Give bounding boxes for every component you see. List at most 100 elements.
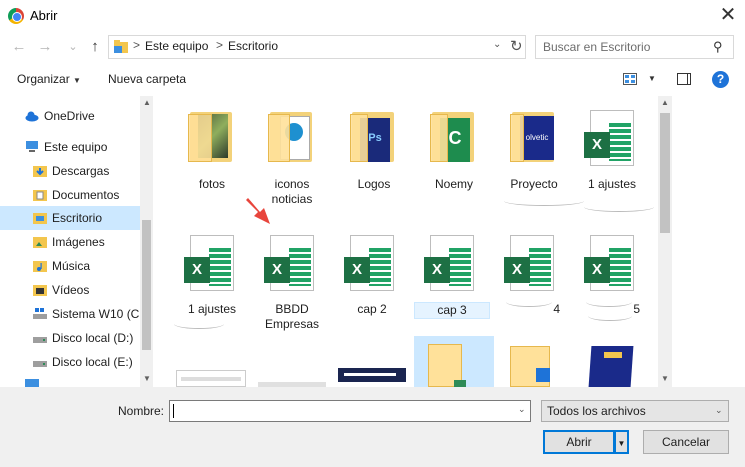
system-drive-icon bbox=[33, 308, 47, 319]
file-type-select[interactable]: Todos los archivos ⌄ bbox=[541, 400, 729, 422]
redaction-mark bbox=[584, 202, 654, 212]
search-icon[interactable]: ⚲ bbox=[713, 39, 723, 55]
file-item-1-ajustes[interactable]: X 1 ajustes bbox=[504, 110, 654, 220]
music-folder-icon bbox=[33, 261, 47, 272]
file-item-cap-2[interactable]: X cap 2 bbox=[334, 235, 410, 345]
file-name: Proyecto bbox=[510, 177, 558, 191]
cancel-button[interactable]: Cancelar bbox=[643, 430, 729, 454]
search-input[interactable]: Buscar en Escritorio ⚲ bbox=[535, 35, 734, 59]
file-name: Noemy bbox=[434, 177, 473, 191]
file-item-logos[interactable]: Ps Logos bbox=[336, 110, 412, 220]
file-list-scroll-thumb[interactable] bbox=[660, 113, 670, 233]
file-item-4[interactable]: X 4 bbox=[494, 235, 570, 345]
close-button[interactable]: ✕ bbox=[716, 4, 740, 28]
sidebar-item-onedrive[interactable]: OneDrive bbox=[0, 104, 140, 128]
sidebar-item-label: Disco local (D:) bbox=[52, 331, 134, 345]
forward-button[interactable]: → bbox=[36, 38, 54, 56]
cloud-icon bbox=[25, 111, 39, 122]
sidebar-item-descargas[interactable]: Descargas bbox=[0, 159, 140, 183]
redaction-mark bbox=[504, 196, 584, 206]
folder-icon bbox=[350, 114, 368, 162]
excel-icon: X bbox=[504, 257, 530, 283]
chrome-icon bbox=[8, 8, 24, 24]
sidebar-item-label: Música bbox=[52, 259, 91, 273]
sidebar-scroll-thumb[interactable] bbox=[142, 220, 151, 350]
scroll-up-arrow[interactable]: ▲ bbox=[143, 98, 151, 107]
sidebar-item-videos[interactable]: Vídeos bbox=[0, 278, 140, 302]
organize-button[interactable]: Organizar ▼ bbox=[17, 72, 81, 86]
file-name: fotos bbox=[198, 177, 225, 191]
file-name: cap 2 bbox=[357, 302, 387, 316]
dialog-footer bbox=[0, 387, 745, 467]
caret-down-icon: ▼ bbox=[73, 76, 81, 85]
sidebar-item-sistema-w10[interactable]: Sistema W10 (C: bbox=[0, 302, 143, 326]
file-thumbnail-partial[interactable] bbox=[338, 368, 406, 382]
file-item-noemy[interactable]: C Noemy bbox=[416, 110, 492, 220]
refresh-icon[interactable]: ↻ bbox=[510, 37, 523, 55]
sidebar-item-disco-d[interactable]: Disco local (D:) bbox=[0, 326, 140, 350]
logo-thumbnail: olvetic bbox=[520, 116, 554, 160]
sidebar-item-label: OneDrive bbox=[44, 109, 95, 123]
sidebar-item-este-equipo[interactable]: Este equipo bbox=[0, 135, 140, 159]
breadcrumb-escritorio[interactable]: Escritorio bbox=[228, 39, 278, 53]
redaction-mark bbox=[174, 319, 224, 329]
file-name: 1 ajustes bbox=[587, 177, 637, 191]
pictures-folder-icon bbox=[33, 237, 47, 248]
scroll-down-arrow[interactable]: ▼ bbox=[143, 374, 151, 383]
file-item-fotos[interactable]: fotos bbox=[174, 110, 250, 220]
folder-icon bbox=[430, 114, 448, 162]
scroll-up-arrow[interactable]: ▲ bbox=[661, 98, 669, 107]
chevron-down-icon[interactable]: ⌄ bbox=[518, 404, 526, 415]
view-options-icon[interactable] bbox=[623, 73, 637, 85]
preview-pane-icon[interactable] bbox=[677, 73, 691, 85]
sidebar-item-escritorio[interactable]: Escritorio bbox=[0, 206, 140, 230]
sidebar-item-label: Este equipo bbox=[44, 140, 108, 154]
up-button[interactable]: ↑ bbox=[86, 38, 104, 56]
sidebar-item-disco-e[interactable]: Disco local (E:) bbox=[0, 350, 140, 374]
drive-icon bbox=[33, 337, 47, 343]
file-item-5[interactable]: X 5 bbox=[574, 235, 650, 345]
network-icon bbox=[25, 379, 39, 387]
title-bar: Abrir ✕ bbox=[0, 0, 745, 32]
downloads-folder-icon bbox=[33, 166, 47, 177]
chevron-down-icon[interactable]: ⌄ bbox=[493, 39, 501, 50]
sidebar-item-label: Vídeos bbox=[52, 283, 90, 297]
scroll-down-arrow[interactable]: ▼ bbox=[661, 374, 669, 383]
caret-down-icon[interactable]: ▼ bbox=[648, 74, 656, 83]
filename-input[interactable] bbox=[169, 400, 531, 422]
breadcrumb-este-equipo[interactable]: Este equipo bbox=[145, 39, 208, 53]
search-placeholder: Buscar en Escritorio bbox=[543, 40, 651, 54]
sidebar-item-imagenes[interactable]: Imágenes bbox=[0, 230, 140, 254]
file-item-1-ajustes-2[interactable]: X 1 ajustes bbox=[174, 235, 250, 345]
file-item-bbdd-empresas[interactable]: X BBDD Empresas bbox=[254, 235, 330, 345]
help-icon[interactable]: ? bbox=[712, 71, 729, 88]
redaction-mark bbox=[586, 297, 632, 307]
videos-folder-icon bbox=[33, 285, 47, 296]
file-type-value: Todos los archivos bbox=[547, 404, 646, 418]
address-bar[interactable]: > Este equipo > Escritorio ⌄ ↻ bbox=[108, 35, 526, 59]
recent-locations-button[interactable]: ⌄ bbox=[64, 38, 82, 56]
excel-icon: X bbox=[584, 132, 610, 158]
open-options-button[interactable]: ▼ bbox=[614, 430, 629, 454]
sidebar-item-label: Descargas bbox=[52, 164, 110, 178]
file-thumbnail-partial[interactable] bbox=[176, 370, 246, 387]
computer-icon bbox=[26, 141, 38, 152]
excel-icon: X bbox=[584, 257, 610, 283]
caret-down-icon: ▼ bbox=[617, 439, 626, 448]
sidebar-item-musica[interactable]: Música bbox=[0, 254, 140, 278]
file-name: 1 ajustes bbox=[187, 302, 237, 316]
redaction-mark bbox=[506, 297, 552, 307]
sidebar-item-documentos[interactable]: Documentos bbox=[0, 183, 140, 207]
file-thumbnail-partial[interactable] bbox=[588, 346, 638, 387]
folder-item-partial[interactable] bbox=[510, 346, 554, 387]
folder-icon bbox=[510, 114, 524, 162]
excel-icon: X bbox=[344, 257, 370, 283]
file-item-cap-3[interactable]: X cap 3 bbox=[414, 235, 490, 345]
file-item-selected-partial[interactable] bbox=[414, 336, 494, 387]
breadcrumb-separator: > bbox=[133, 38, 141, 52]
back-button[interactable]: ← bbox=[10, 38, 28, 56]
new-folder-button[interactable]: Nueva carpeta bbox=[108, 72, 186, 86]
open-button[interactable]: Abrir bbox=[543, 430, 615, 454]
sidebar-item-label: Sistema W10 (C: bbox=[52, 307, 143, 321]
sidebar-item-label: Disco local (E:) bbox=[52, 355, 133, 369]
